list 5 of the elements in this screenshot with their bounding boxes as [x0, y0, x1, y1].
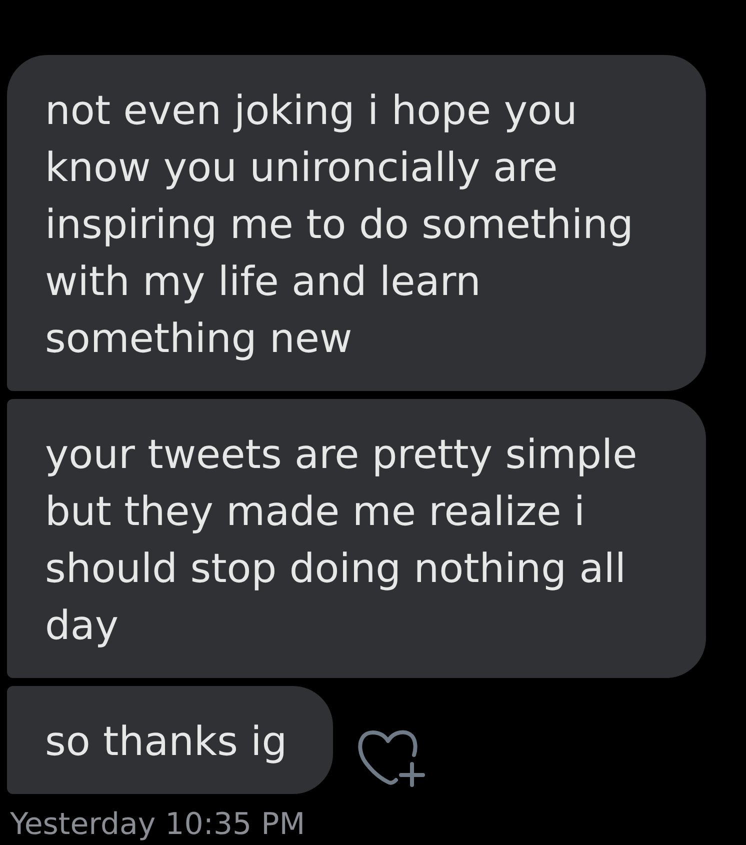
- heart-plus-icon[interactable]: [358, 729, 426, 787]
- message-timestamp: Yesterday 10:35 PM: [10, 807, 306, 843]
- message-bubble: so thanks ig: [7, 686, 334, 794]
- message-bubble: not even joking i hope you know you unironcially are inspiring me to do something with my life and learn something new: [7, 55, 706, 391]
- message-bubble: your tweets are pretty simple but they made me realize i should stop doing nothing all day: [7, 399, 706, 678]
